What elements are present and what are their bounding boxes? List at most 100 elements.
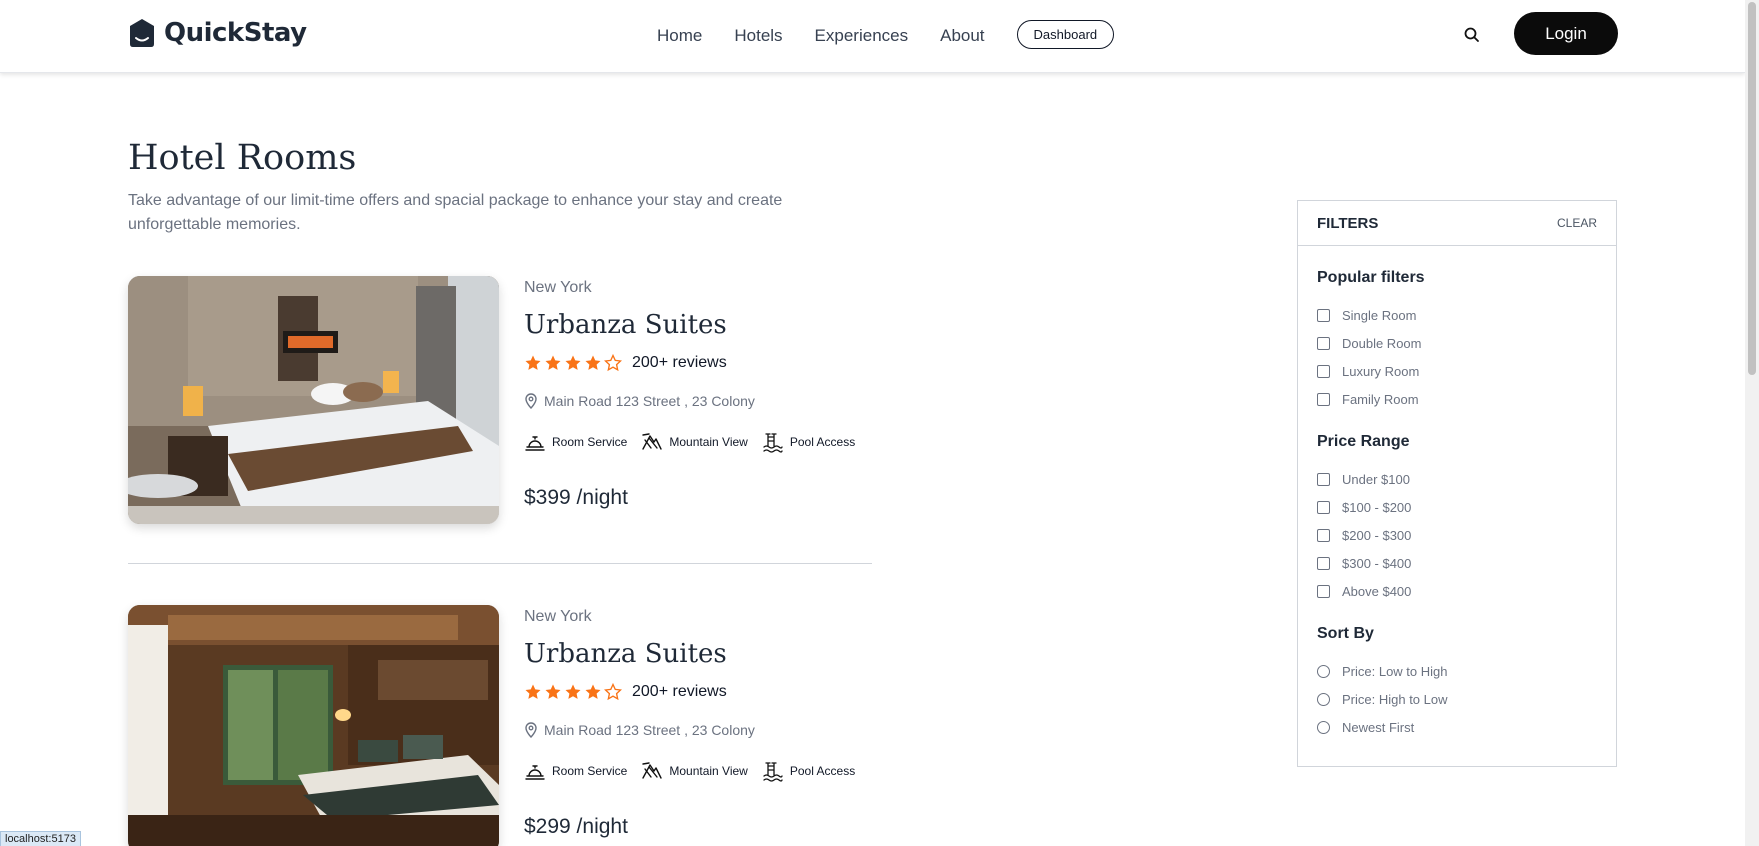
amenities-list: Room Service Mountain View Pool Access	[524, 431, 855, 453]
room-hotel-name[interactable]: Urbanza Suites	[524, 639, 727, 669]
sort-price-high-low[interactable]: Price: High to Low	[1317, 685, 1448, 713]
option-label: Price: High to Low	[1342, 691, 1448, 707]
amenity-label: Room Service	[552, 764, 628, 778]
room-hotel-name[interactable]: Urbanza Suites	[524, 310, 727, 340]
checkbox[interactable]	[1317, 528, 1330, 542]
review-count: 200+ reviews	[632, 354, 727, 371]
section-title: Popular filters	[1317, 269, 1425, 286]
price-range-section: Price Range Under $100 $100 - $200 $200 …	[1317, 433, 1411, 605]
option-label: Above $400	[1342, 583, 1412, 599]
room-service-bell-icon	[525, 765, 545, 780]
scrollbar-thumb[interactable]	[1748, 2, 1756, 375]
dashboard-button[interactable]: Dashboard	[1016, 20, 1115, 49]
star-filled-icon	[585, 355, 601, 370]
location-pin-icon	[525, 722, 537, 738]
pool-access-icon	[763, 433, 783, 453]
checkbox[interactable]	[1317, 392, 1330, 406]
hotel-room-photo	[128, 605, 499, 846]
login-button[interactable]: Login	[1514, 12, 1618, 55]
hotel-room-photo	[128, 276, 499, 524]
option-label: $200 - $300	[1342, 527, 1412, 543]
room-image[interactable]	[128, 605, 499, 846]
filter-100-200[interactable]: $100 - $200	[1317, 493, 1411, 521]
filter-200-300[interactable]: $200 - $300	[1317, 521, 1411, 549]
amenity-label: Pool Access	[789, 764, 856, 778]
filter-family-room[interactable]: Family Room	[1317, 385, 1425, 413]
option-label: Luxury Room	[1342, 363, 1420, 379]
amenity-label: Room Service	[552, 435, 628, 449]
option-label: Family Room	[1342, 391, 1419, 407]
amenity-room-service: Room Service	[524, 760, 627, 782]
nav-experiences[interactable]: Experiences	[815, 26, 909, 46]
nav-hotels[interactable]: Hotels	[734, 26, 782, 46]
room-card: New York Urbanza Suites 200+ reviews Mai…	[128, 276, 872, 566]
checkbox[interactable]	[1317, 556, 1330, 570]
checkbox[interactable]	[1317, 364, 1330, 378]
filter-double-room[interactable]: Double Room	[1317, 329, 1425, 357]
checkbox[interactable]	[1317, 308, 1330, 322]
checkbox[interactable]	[1317, 500, 1330, 514]
address-row: Main Road 123 Street , 23 Colony	[524, 722, 755, 738]
filters-header: FILTERS CLEAR	[1298, 201, 1616, 246]
rating-row: 200+ reviews	[524, 683, 727, 701]
radio[interactable]	[1317, 692, 1330, 706]
sort-by-section: Sort By Price: Low to High Price: High t…	[1317, 625, 1448, 741]
mountain-view-icon	[642, 762, 663, 779]
brand-logo[interactable]: QuickStay	[128, 18, 307, 48]
section-title: Sort By	[1317, 625, 1374, 642]
radio[interactable]	[1317, 664, 1330, 678]
option-label: $100 - $200	[1342, 499, 1412, 515]
amenity-mountain-view: Mountain View	[641, 760, 748, 782]
filter-above-400[interactable]: Above $400	[1317, 577, 1411, 605]
filters-panel: FILTERS CLEAR Popular filters Single Roo…	[1297, 200, 1617, 767]
room-address: Main Road 123 Street , 23 Colony	[544, 393, 755, 409]
option-label: Double Room	[1342, 335, 1422, 351]
option-label: Newest First	[1342, 719, 1415, 735]
rating-row: 200+ reviews	[524, 354, 727, 372]
checkbox[interactable]	[1317, 472, 1330, 486]
address-row: Main Road 123 Street , 23 Colony	[524, 393, 755, 409]
nav-links: Home Hotels Experiences About Dashboard	[657, 20, 1115, 49]
checkbox[interactable]	[1317, 584, 1330, 598]
room-card: New York Urbanza Suites 200+ reviews Mai…	[128, 605, 872, 846]
option-label: Under $100	[1342, 471, 1410, 487]
filter-under-100[interactable]: Under $100	[1317, 465, 1411, 493]
star-filled-icon	[565, 684, 581, 699]
star-filled-icon	[565, 355, 581, 370]
brand-name: QuickStay	[164, 18, 307, 48]
search-icon[interactable]	[1462, 25, 1482, 45]
nav-home[interactable]: Home	[657, 26, 702, 46]
star-filled-icon	[525, 355, 541, 370]
amenity-label: Pool Access	[789, 435, 856, 449]
navbar: QuickStay Home Hotels Experiences About …	[0, 0, 1745, 73]
star-filled-icon	[545, 355, 561, 370]
clear-filters-button[interactable]: CLEAR	[1557, 216, 1597, 230]
filter-single-room[interactable]: Single Room	[1317, 301, 1425, 329]
amenities-list: Room Service Mountain View Pool Access	[524, 760, 855, 782]
star-filled-icon	[525, 684, 541, 699]
location-pin-icon	[525, 393, 537, 409]
checkbox[interactable]	[1317, 336, 1330, 350]
page-subtitle: Take advantage of our limit-time offers …	[128, 192, 783, 233]
room-address: Main Road 123 Street , 23 Colony	[544, 722, 755, 738]
room-image[interactable]	[128, 276, 499, 524]
radio[interactable]	[1317, 720, 1330, 734]
sort-price-low-high[interactable]: Price: Low to High	[1317, 657, 1448, 685]
nav-about[interactable]: About	[940, 26, 984, 46]
option-label: Single Room	[1342, 307, 1417, 323]
pool-access-icon	[763, 762, 783, 782]
page-scrollbar[interactable]	[1745, 0, 1759, 846]
room-price: $299 /night	[524, 815, 628, 838]
amenity-room-service: Room Service	[524, 431, 627, 453]
star-filled-icon	[545, 684, 561, 699]
room-city: New York	[524, 279, 592, 296]
room-city: New York	[524, 608, 592, 625]
star-empty-icon	[604, 354, 622, 372]
card-divider	[128, 563, 872, 564]
filter-300-400[interactable]: $300 - $400	[1317, 549, 1411, 577]
status-bar-url: localhost:5173	[0, 831, 81, 846]
star-filled-icon	[585, 684, 601, 699]
sort-newest-first[interactable]: Newest First	[1317, 713, 1448, 741]
room-service-bell-icon	[525, 436, 545, 451]
filter-luxury-room[interactable]: Luxury Room	[1317, 357, 1425, 385]
